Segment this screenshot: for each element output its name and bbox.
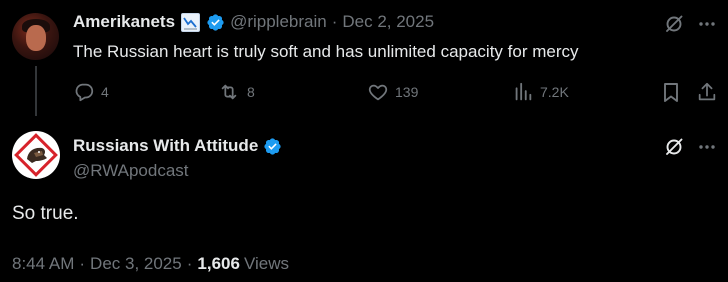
grok-icon[interactable]	[664, 137, 684, 157]
views-label: Views	[243, 254, 289, 273]
separator-dot: ·	[186, 254, 193, 273]
like-icon	[368, 84, 388, 101]
more-icon[interactable]	[697, 14, 717, 34]
verified-badge-icon	[264, 137, 281, 155]
grok-icon[interactable]	[664, 14, 684, 34]
views-count: 7.2K	[540, 84, 569, 100]
main-tweet-text: So true.	[12, 203, 79, 224]
avatar-amerikanets[interactable]	[12, 13, 59, 60]
reply-header: Amerikanets @ripplebrain · Dec 2, 2025	[73, 10, 434, 34]
reply-count: 4	[101, 84, 109, 100]
timestamp-row: 8:44 AM · Dec 3, 2025 · 1,606 Views	[12, 254, 289, 274]
views-icon	[515, 82, 532, 101]
tweet-date[interactable]: Dec 2, 2025	[342, 12, 434, 32]
separator-dot: ·	[79, 254, 86, 273]
views-button[interactable]: 7.2K	[512, 81, 569, 103]
separator-dot: ·	[331, 12, 338, 31]
reply-icon	[75, 83, 94, 102]
share-button[interactable]	[696, 81, 718, 103]
views-count: 1,606	[197, 254, 240, 273]
rwa-logo-icon	[14, 133, 58, 177]
repost-count: 8	[247, 84, 255, 100]
author-name[interactable]: Amerikanets	[73, 12, 175, 32]
tweet-date[interactable]: Dec 3, 2025	[90, 254, 182, 274]
bookmark-button[interactable]	[661, 82, 681, 103]
main-author-handle[interactable]: @RWApodcast	[73, 161, 189, 181]
share-icon	[698, 82, 716, 101]
repost-icon	[221, 84, 237, 100]
main-author-name[interactable]: Russians With Attitude	[73, 136, 258, 156]
thread-line	[35, 66, 37, 116]
avatar-rwa-logo[interactable]	[12, 131, 60, 179]
chart-emoji-icon	[181, 12, 201, 32]
bookmark-icon	[664, 83, 678, 102]
like-count: 139	[395, 84, 419, 100]
reply-button[interactable]: 4	[73, 81, 109, 103]
verified-badge-icon	[207, 13, 224, 31]
repost-button[interactable]: 8	[217, 81, 255, 103]
tweet-time[interactable]: 8:44 AM	[12, 254, 74, 274]
reply-text: The Russian heart is truly soft and has …	[73, 42, 579, 61]
author-handle[interactable]: @ripplebrain	[230, 12, 327, 32]
like-button[interactable]: 139	[367, 81, 418, 103]
main-header: Russians With Attitude	[73, 134, 282, 158]
more-icon[interactable]	[697, 137, 717, 157]
